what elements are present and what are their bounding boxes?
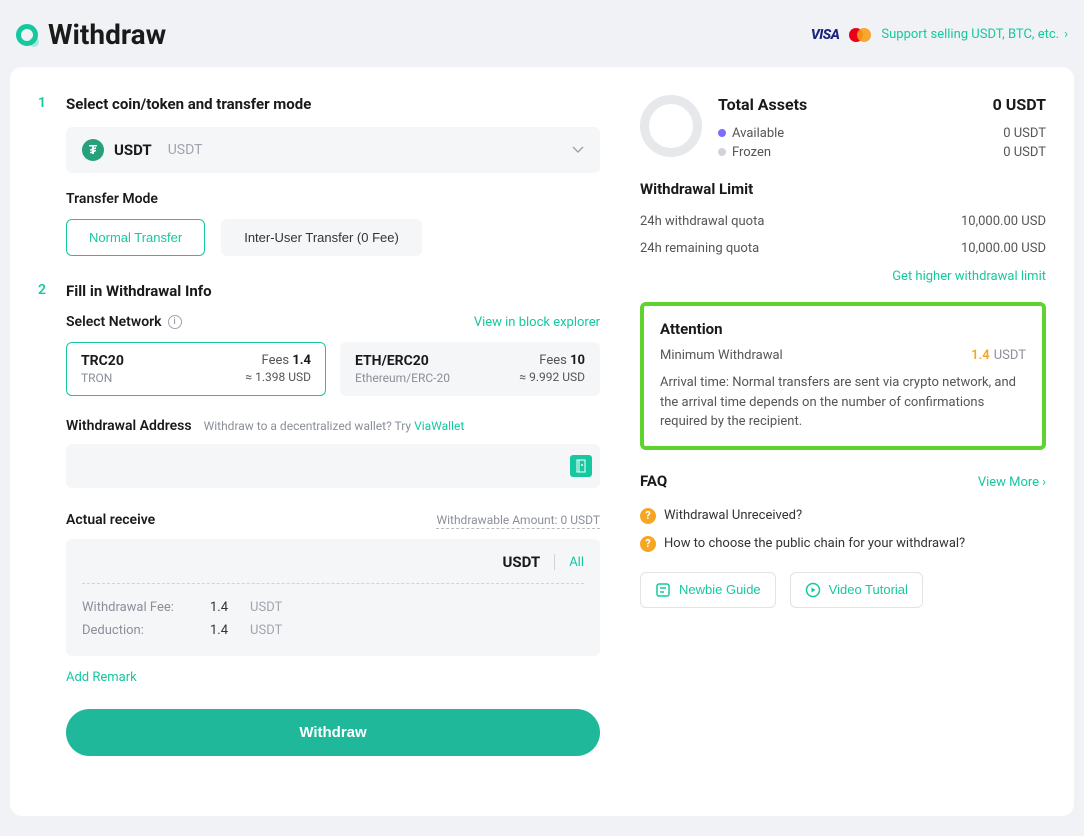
coin-symbol: USDT [114, 141, 152, 159]
withdrawal-fee-unit: USDT [250, 600, 282, 615]
step-1: 1 Select coin/token and transfer mode ₮ … [38, 95, 600, 256]
total-assets-title: Total Assets [718, 95, 807, 114]
network-fee: Fees 1.4 [245, 353, 311, 368]
higher-limit-link[interactable]: Get higher withdrawal limit [892, 269, 1046, 284]
actual-receive-label: Actual receive [66, 512, 155, 528]
dot-available-icon [718, 129, 726, 137]
coin-name: USDT [168, 142, 203, 158]
quota-value: 10,000.00 USD [961, 214, 1046, 229]
receive-unit: USDT [503, 553, 541, 571]
view-block-explorer-link[interactable]: View in block explorer [474, 315, 600, 330]
play-icon [805, 582, 821, 598]
support-selling-link[interactable]: Support selling USDT, BTC, etc. [881, 27, 1068, 42]
network-fee-usd: ≈ 9.992 USD [519, 370, 585, 384]
quota-label: 24h withdrawal quota [640, 214, 764, 229]
video-tutorial-button[interactable]: Video Tutorial [790, 572, 923, 608]
faq-view-more-link[interactable]: View More [978, 475, 1046, 490]
usdt-icon: ₮ [82, 139, 104, 161]
select-network-label: Select Network i [66, 314, 182, 330]
min-withdrawal-label: Minimum Withdrawal [660, 348, 783, 363]
coin-select[interactable]: ₮ USDT USDT [66, 127, 600, 173]
transfer-mode-label: Transfer Mode [66, 191, 600, 207]
main-card: 1 Select coin/token and transfer mode ₮ … [10, 67, 1074, 816]
network-name: ETH/ERC20 [355, 353, 450, 369]
mastercard-icon [849, 28, 871, 42]
address-input[interactable] [80, 458, 570, 474]
viawallet-link[interactable]: ViaWallet [414, 419, 464, 433]
available-value: 0 USDT [1003, 126, 1046, 141]
step2-title: Fill in Withdrawal Info [66, 282, 600, 300]
all-button[interactable]: All [569, 555, 584, 570]
step-number: 1 [38, 95, 48, 256]
address-input-wrapper [66, 444, 600, 488]
network-card-trc20[interactable]: TRC20 TRON Fees 1.4 ≈ 1.398 USD [66, 342, 326, 396]
receive-box: USDT All Withdrawal Fee: 1.4 USDT Deduct… [66, 539, 600, 656]
logo-icon [16, 24, 38, 46]
attention-title: Attention [660, 320, 1026, 338]
network-name: TRC20 [81, 353, 124, 369]
faq-item[interactable]: ? How to choose the public chain for you… [640, 530, 1046, 558]
faq-item-text: How to choose the public chain for your … [664, 536, 965, 551]
deduction-unit: USDT [250, 623, 282, 638]
attention-body: Arrival time: Normal transfers are sent … [660, 373, 1026, 432]
min-withdrawal-value: 1.4USDT [971, 348, 1026, 363]
page-header: Withdraw VISA Support selling USDT, BTC,… [10, 18, 1074, 67]
deduction-label: Deduction: [82, 623, 188, 638]
withdraw-button[interactable]: Withdraw [66, 709, 600, 756]
chevron-down-icon [572, 142, 584, 158]
address-hint: Withdraw to a decentralized wallet? Try … [204, 419, 465, 433]
faq-item-text: Withdrawal Unreceived? [664, 508, 802, 523]
page-title: Withdraw [48, 18, 166, 51]
available-label: Available [732, 126, 784, 141]
total-assets: Total Assets 0 USDT Available 0 USDT Fro… [640, 95, 1046, 162]
mode-normal-transfer[interactable]: Normal Transfer [66, 219, 205, 256]
address-book-icon[interactable] [570, 455, 592, 477]
deduction-value: 1.4 [210, 623, 228, 638]
network-fee-usd: ≈ 1.398 USD [245, 370, 311, 384]
visa-icon: VISA [811, 27, 840, 43]
withdrawal-address-label: Withdrawal Address [66, 418, 192, 434]
faq-title: FAQ [640, 472, 667, 490]
info-icon[interactable]: i [168, 315, 182, 329]
divider [554, 554, 555, 570]
add-remark-link[interactable]: Add Remark [66, 670, 600, 685]
network-sub: Ethereum/ERC-20 [355, 371, 450, 385]
question-icon: ? [640, 508, 656, 524]
step-number: 2 [38, 282, 48, 756]
mode-interuser-transfer[interactable]: Inter-User Transfer (0 Fee) [221, 219, 422, 256]
guide-icon [655, 582, 671, 598]
total-assets-value: 0 USDT [993, 95, 1046, 114]
withdrawal-limit-title: Withdrawal Limit [640, 180, 1046, 198]
network-card-erc20[interactable]: ETH/ERC20 Ethereum/ERC-20 Fees 10 ≈ 9.99… [340, 342, 600, 396]
withdrawable-amount: Withdrawable Amount: 0 USDT [436, 513, 600, 529]
attention-panel: Attention Minimum Withdrawal 1.4USDT Arr… [640, 302, 1046, 450]
dot-frozen-icon [718, 148, 726, 156]
newbie-guide-button[interactable]: Newbie Guide [640, 572, 776, 608]
question-icon: ? [640, 536, 656, 552]
remaining-quota-label: 24h remaining quota [640, 241, 759, 256]
faq-item[interactable]: ? Withdrawal Unreceived? [640, 502, 1046, 530]
frozen-label: Frozen [732, 145, 771, 160]
asset-donut-icon [640, 95, 702, 157]
step1-title: Select coin/token and transfer mode [66, 95, 600, 113]
network-fee: Fees 10 [519, 353, 585, 368]
withdrawal-fee-value: 1.4 [210, 600, 228, 615]
withdrawal-fee-label: Withdrawal Fee: [82, 600, 188, 615]
step-2: 2 Fill in Withdrawal Info Select Network… [38, 282, 600, 756]
remaining-quota-value: 10,000.00 USD [961, 241, 1046, 256]
network-sub: TRON [81, 371, 124, 385]
frozen-value: 0 USDT [1003, 145, 1046, 160]
